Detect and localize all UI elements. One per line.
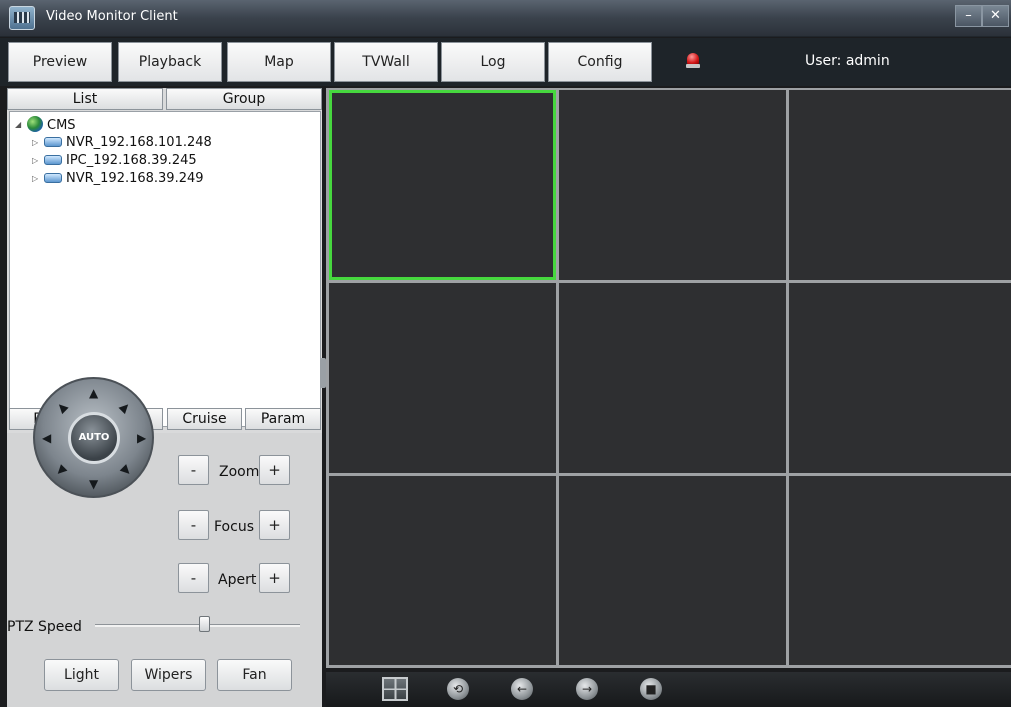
stop-icon[interactable]: ■: [640, 678, 662, 700]
video-cell[interactable]: [789, 283, 1011, 473]
aux-buttons: Light Wipers Fan: [7, 88, 322, 707]
tab-config[interactable]: Config: [548, 42, 652, 82]
wipers-button[interactable]: Wipers: [131, 659, 206, 691]
bottom-toolbar: ⟲ ← → ■: [326, 672, 1011, 707]
minimize-button[interactable]: –: [955, 5, 982, 27]
video-cell[interactable]: [559, 90, 786, 280]
close-button[interactable]: ✕: [982, 5, 1009, 27]
user-label: User: admin: [805, 53, 890, 69]
alarm-light-icon[interactable]: [686, 51, 700, 71]
video-cell[interactable]: [329, 283, 556, 473]
tab-log[interactable]: Log: [441, 42, 545, 82]
app-icon: [9, 6, 35, 30]
app-window: Video Monitor Client – ✕ Preview Playbac…: [0, 0, 1011, 707]
main-toolbar: Preview Playback Map TVWall Log Config U…: [0, 38, 1011, 86]
video-cell[interactable]: [559, 283, 786, 473]
tab-tvwall[interactable]: TVWall: [334, 42, 438, 82]
video-cell[interactable]: [329, 90, 556, 280]
video-grid: [326, 88, 1011, 668]
window-title: Video Monitor Client: [46, 9, 178, 24]
fan-button[interactable]: Fan: [217, 659, 292, 691]
video-cell[interactable]: [329, 476, 556, 665]
video-cell[interactable]: [559, 476, 786, 665]
tab-preview[interactable]: Preview: [8, 42, 112, 82]
video-cell[interactable]: [789, 476, 1011, 665]
title-bar: Video Monitor Client – ✕: [0, 0, 1011, 37]
record-icon[interactable]: ⟲: [447, 678, 469, 700]
light-button[interactable]: Light: [44, 659, 119, 691]
layout-grid-icon[interactable]: [382, 677, 408, 701]
next-icon[interactable]: →: [576, 678, 598, 700]
tab-playback[interactable]: Playback: [118, 42, 222, 82]
tab-map[interactable]: Map: [227, 42, 331, 82]
previous-icon[interactable]: ←: [511, 678, 533, 700]
video-cell[interactable]: [789, 90, 1011, 280]
